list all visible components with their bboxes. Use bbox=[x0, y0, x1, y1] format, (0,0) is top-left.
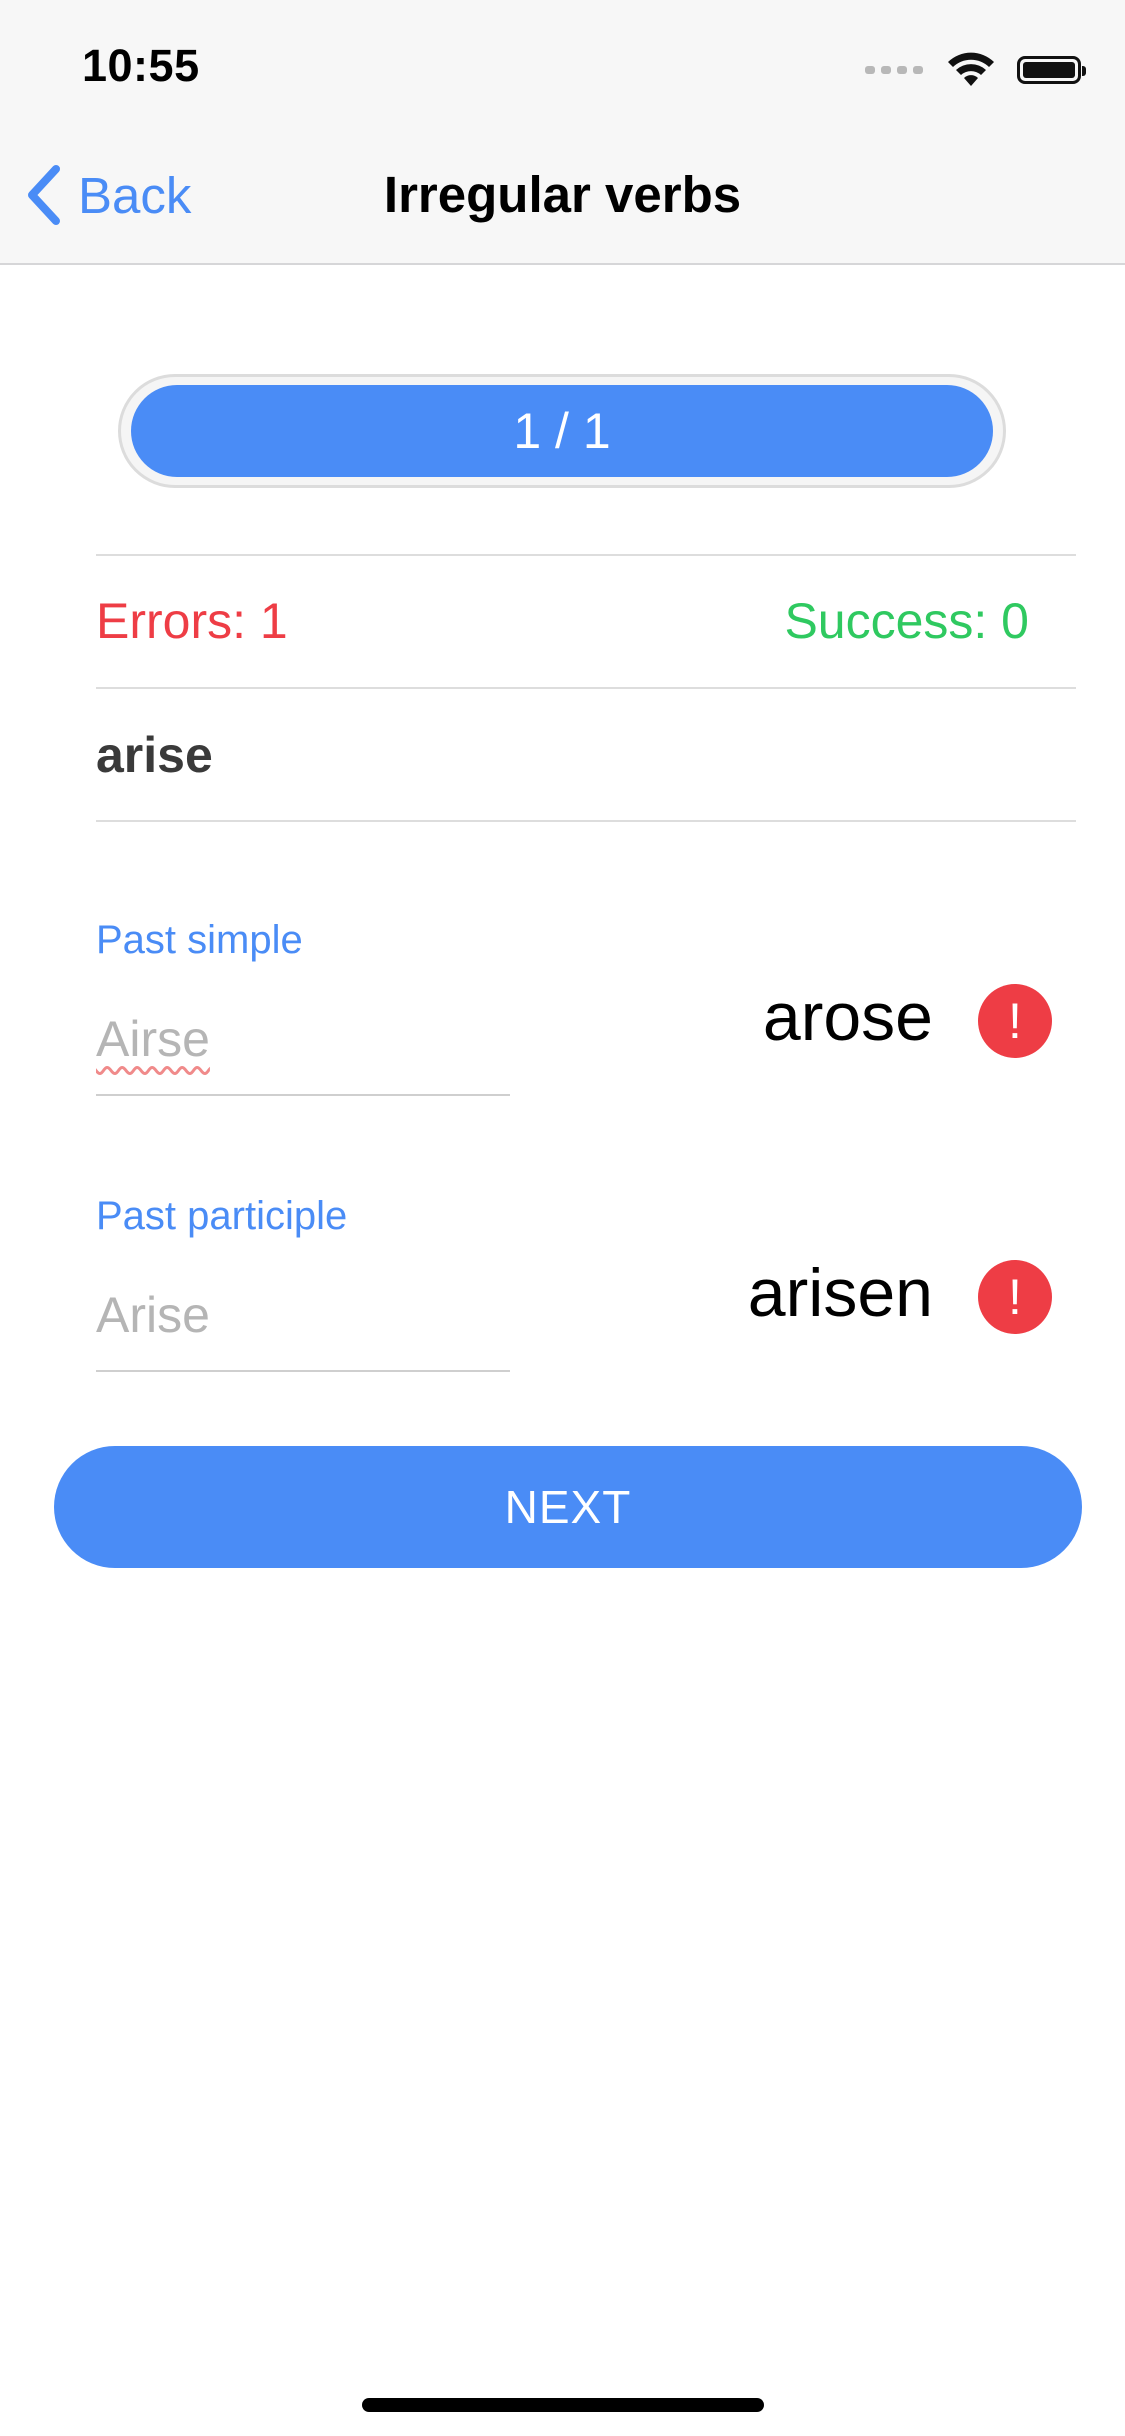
base-verb: arise bbox=[96, 727, 213, 783]
past-participle-input[interactable]: Arise bbox=[96, 1286, 510, 1350]
divider bbox=[96, 687, 1076, 689]
past-simple-value: Airse bbox=[96, 1011, 210, 1067]
exclamation-circle-icon: ! bbox=[978, 984, 1052, 1058]
success-count: Success: 0 bbox=[784, 593, 1029, 649]
exclamation-circle-icon: ! bbox=[978, 1260, 1052, 1334]
past-participle-label: Past participle bbox=[96, 1194, 348, 1238]
progress-bar: 1 / 1 bbox=[118, 374, 1006, 488]
past-simple-input[interactable]: Airse bbox=[96, 1010, 510, 1074]
page-title: Irregular verbs bbox=[383, 166, 742, 223]
past-participle-answer: arisen bbox=[747, 1255, 933, 1331]
battery-icon bbox=[1017, 56, 1086, 84]
next-button[interactable]: NEXT bbox=[54, 1446, 1082, 1568]
past-simple-answer: arose bbox=[762, 979, 933, 1055]
wifi-icon bbox=[948, 52, 994, 86]
divider bbox=[96, 554, 1076, 556]
past-participle-underline bbox=[96, 1370, 510, 1372]
progress-label: 1 / 1 bbox=[513, 403, 611, 459]
divider bbox=[96, 820, 1076, 822]
navigation-header: 10:55 Back Irregular verbs bbox=[0, 0, 1125, 265]
home-indicator bbox=[362, 2398, 764, 2412]
status-time: 10:55 bbox=[82, 40, 200, 91]
past-participle-value: Arise bbox=[96, 1287, 210, 1343]
past-simple-underline bbox=[96, 1094, 510, 1096]
signal-dots-icon bbox=[865, 66, 923, 74]
status-icons bbox=[865, 48, 1086, 92]
errors-count: Errors: 1 bbox=[96, 593, 288, 649]
past-simple-label: Past simple bbox=[96, 918, 303, 962]
